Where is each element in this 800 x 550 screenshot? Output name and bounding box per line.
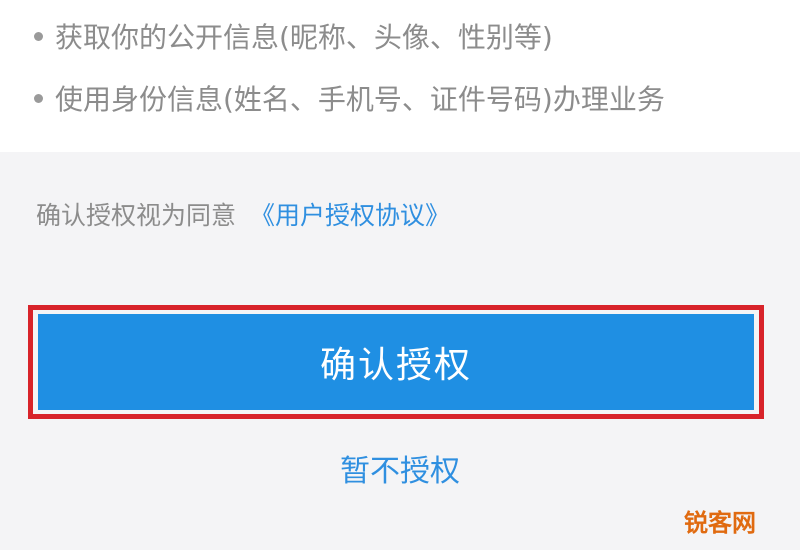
deny-authorize-button[interactable]: 暂不授权	[0, 452, 800, 492]
permission-text: 使用身份信息(姓名、手机号、证件号码)办理业务	[55, 83, 665, 116]
permission-list: 获取你的公开信息(昵称、头像、性别等) 使用身份信息(姓名、手机号、证件号码)办…	[0, 0, 800, 152]
agreement-text: 确认授权视为同意	[36, 201, 237, 230]
confirm-authorize-button[interactable]: 确认授权	[38, 314, 754, 410]
permission-text: 获取你的公开信息(昵称、头像、性别等)	[55, 21, 553, 54]
watermark-logo: 锐客网	[684, 509, 756, 537]
permission-item-identity-info: 使用身份信息(姓名、手机号、证件号码)办理业务	[34, 82, 665, 118]
bullet-icon	[34, 93, 43, 103]
agreement-notice: 确认授权视为同意 《用户授权协议》	[36, 198, 450, 234]
permission-item-public-info: 获取你的公开信息(昵称、头像、性别等)	[34, 20, 553, 56]
user-agreement-link[interactable]: 《用户授权协议》	[250, 201, 450, 230]
bullet-icon	[34, 31, 43, 41]
